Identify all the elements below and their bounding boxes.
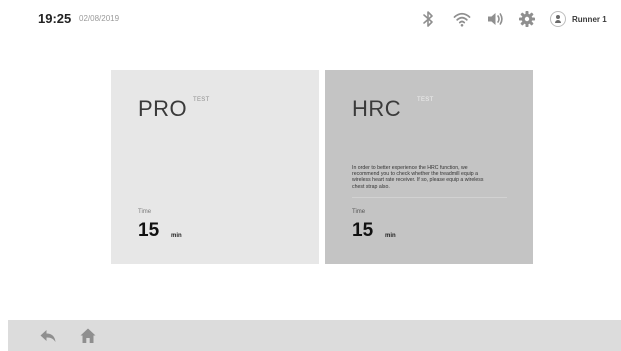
card-badge: TEST — [193, 97, 210, 103]
wifi-icon[interactable] — [452, 9, 472, 29]
card-time-value: 15 — [138, 220, 160, 241]
card-title: HRC — [352, 96, 402, 121]
card-time-label: Time — [352, 209, 366, 215]
bottom-nav-bar — [8, 320, 621, 351]
volume-icon[interactable] — [485, 9, 505, 29]
back-arrow-icon[interactable] — [38, 326, 58, 346]
card-description: In order to better experience the HRC fu… — [352, 165, 484, 190]
user-avatar-icon — [550, 11, 566, 27]
status-bar: 19:25 02/08/2019 Runner 1 — [0, 0, 621, 40]
card-time-unit: min — [171, 233, 182, 239]
hrc-test-card[interactable]: HRC TEST In order to better experience t… — [325, 70, 533, 264]
card-time-unit: min — [385, 233, 396, 239]
user-profile-button[interactable]: Runner 1 — [550, 9, 607, 29]
pro-test-card[interactable]: PRO TEST Time 15 min — [111, 70, 319, 264]
settings-gear-icon[interactable] — [517, 9, 537, 29]
home-icon[interactable] — [78, 326, 98, 346]
card-badge: TEST — [417, 97, 434, 103]
card-time-value: 15 — [352, 220, 374, 241]
card-time-label: Time — [138, 209, 152, 215]
clock-date: 02/08/2019 — [79, 14, 120, 23]
card-title: PRO — [138, 96, 188, 121]
user-name: Runner 1 — [572, 14, 607, 24]
bluetooth-icon[interactable] — [418, 9, 438, 29]
card-divider — [352, 197, 507, 198]
clock-time: 19:25 — [38, 11, 72, 26]
